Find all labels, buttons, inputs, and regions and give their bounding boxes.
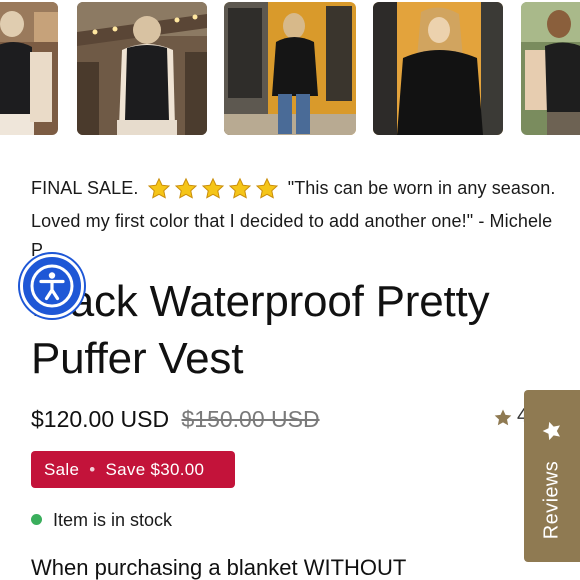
compare-at-price: $150.00 USD: [181, 406, 320, 432]
badge-separator: •: [89, 460, 96, 479]
review-star-rating: [146, 177, 281, 207]
sale-price: $120.00 USD: [31, 406, 170, 432]
star-icon: [255, 177, 278, 199]
vest-side-photo-icon: [521, 2, 580, 135]
vest-front-photo-icon: [373, 2, 503, 135]
product-thumbnail-3[interactable]: [224, 2, 356, 135]
reviews-tab-button[interactable]: Reviews: [524, 390, 580, 562]
sale-badge: Sale • Save $30.00: [31, 451, 235, 488]
vest-street-photo-icon: [224, 2, 356, 135]
product-description: When purchasing a blanket WITHOUT: [31, 555, 407, 580]
star-icon: [494, 409, 512, 426]
accessibility-icon: [30, 264, 74, 308]
vest-back-photo-icon: [77, 2, 207, 135]
star-icon: [147, 177, 170, 199]
reviews-tab-label: Reviews: [540, 460, 563, 540]
product-title: Black Waterproof Pretty Puffer Vest: [31, 277, 490, 383]
savings-amount: Save $30.00: [105, 460, 205, 479]
star-icon: [201, 177, 224, 199]
price-block: $120.00 USD $150.00 USD: [31, 404, 320, 434]
sale-label: Sale: [44, 460, 80, 479]
star-icon: [542, 421, 560, 441]
product-thumbnail-2[interactable]: [77, 2, 207, 135]
final-sale-label: FINAL SALE.: [31, 178, 139, 198]
star-icon: [174, 177, 197, 199]
featured-review: FINAL SALE. "This can be worn in any sea…: [31, 174, 561, 266]
product-thumbnail-1[interactable]: [0, 2, 58, 135]
accessibility-button[interactable]: [20, 254, 84, 318]
product-thumbnail-4[interactable]: [373, 2, 503, 135]
star-icon: [228, 177, 251, 199]
product-image-gallery: [0, 0, 580, 138]
stock-status-text: Item is in stock: [53, 510, 173, 530]
product-thumbnail-5[interactable]: [521, 2, 580, 135]
stock-status: Item is in stock: [31, 508, 172, 532]
vest-back-photo-icon: [0, 2, 58, 135]
in-stock-dot-icon: [31, 514, 42, 525]
